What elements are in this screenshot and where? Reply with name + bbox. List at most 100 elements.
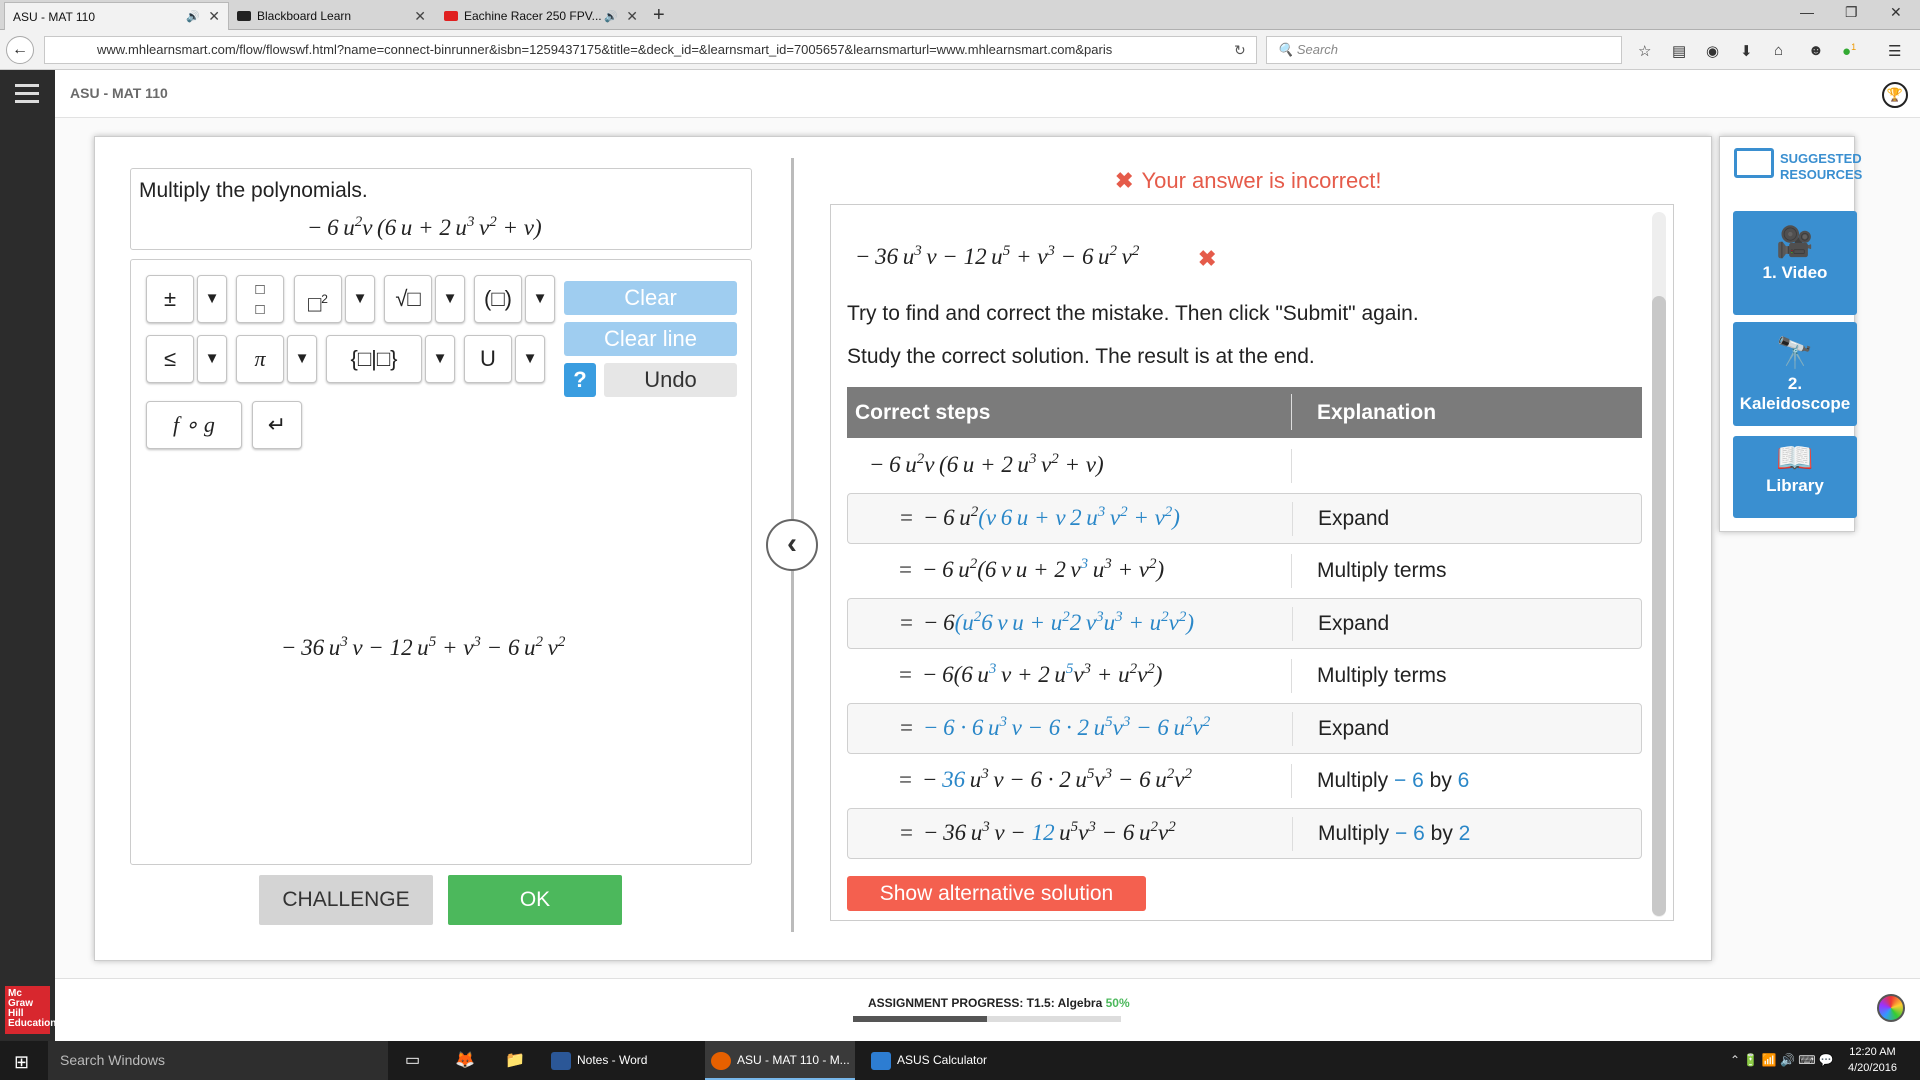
- pi-dropdown[interactable]: ▼: [287, 335, 317, 383]
- parentheses-button[interactable]: (□): [474, 275, 522, 323]
- speaker-icon[interactable]: 🔊: [604, 10, 618, 23]
- sqrt-button[interactable]: √□: [384, 275, 432, 323]
- close-window-icon[interactable]: ✕: [1890, 4, 1902, 21]
- leq-dropdown[interactable]: ▼: [197, 335, 227, 383]
- undo-button[interactable]: Undo: [604, 363, 737, 397]
- resource-library-tile[interactable]: 📖 Library: [1733, 436, 1857, 518]
- compose-button[interactable]: f ∘ g: [146, 401, 242, 449]
- windows-search-box[interactable]: Search Windows: [48, 1041, 388, 1080]
- word-icon: [551, 1051, 571, 1070]
- close-tab-icon[interactable]: ✕: [208, 8, 220, 25]
- challenge-button[interactable]: CHALLENGE: [259, 875, 433, 925]
- set-builder-dropdown[interactable]: ▼: [425, 335, 455, 383]
- answer-expression[interactable]: − 36 u3 v − 12 u5 + v3 − 6 u2 v2: [281, 635, 565, 661]
- step-expression: = − 36 u3 v − 12 u5v3 − 6 u2v2: [900, 819, 1176, 846]
- plus-minus-button[interactable]: ±: [146, 275, 194, 323]
- leq-button[interactable]: ≤: [146, 335, 194, 383]
- home-icon[interactable]: ⌂: [1774, 42, 1783, 59]
- step-row: = − 6 · 6 u3 v − 6 · 2 u5v3 − 6 u2v2 Expa…: [847, 703, 1642, 754]
- exponent-dropdown[interactable]: ▼: [345, 275, 375, 323]
- mcgraw-hill-logo: Mc Graw Hill Education: [5, 986, 56, 1034]
- menu-icon[interactable]: ☰: [1888, 42, 1901, 60]
- step-row: − 6 u2v (6 u + 2 u3 v2 + v): [847, 441, 1642, 492]
- taskbar-item-word[interactable]: Notes - Word: [545, 1041, 695, 1080]
- close-tab-icon[interactable]: ✕: [626, 8, 638, 25]
- browser-tab-youtube[interactable]: Eachine Racer 250 FPV... 🔊 ✕: [436, 2, 646, 30]
- union-button[interactable]: U: [464, 335, 512, 383]
- calculator-icon: [871, 1051, 891, 1070]
- step-expression: = − 36 u3 v − 6 · 2 u5v3 − 6 u2v2: [899, 766, 1192, 793]
- reading-list-icon[interactable]: ▤: [1672, 42, 1686, 60]
- clear-button[interactable]: Clear: [564, 281, 737, 315]
- address-bar[interactable]: www.mhlearnsmart.com/flow/flowswf.html?n…: [44, 36, 1257, 64]
- system-tray-icons[interactable]: ⌃ 🔋 📶 🔊 ⌨ 💬: [1730, 1053, 1834, 1067]
- collapse-chevron-icon[interactable]: ‹: [766, 519, 818, 571]
- clock-time: 12:20 AM: [1849, 1046, 1896, 1058]
- chat-icon[interactable]: ☻: [1808, 42, 1824, 59]
- set-builder-button[interactable]: {□|□}: [326, 335, 422, 383]
- browser-tab-strip: ASU - MAT 110 🔊 ✕ Blackboard Learn ✕ Eac…: [0, 0, 1920, 30]
- sqrt-dropdown[interactable]: ▼: [435, 275, 465, 323]
- resource-label: 1. Video: [1762, 263, 1828, 282]
- submitted-answer: − 36 u3 v − 12 u5 + v3 − 6 u2 v2: [855, 243, 1140, 270]
- enter-button[interactable]: ↵: [252, 401, 302, 449]
- pi-button[interactable]: π: [236, 335, 284, 383]
- resource-video-tile[interactable]: 🎥 1. Video: [1733, 211, 1857, 315]
- speaker-icon[interactable]: 🔊: [186, 10, 200, 23]
- step-row: = − 36 u3 v − 12 u5v3 − 6 u2v2 Multiply −…: [847, 808, 1642, 859]
- resources-title: SUGGESTED RESOURCES: [1780, 151, 1863, 182]
- browser-nav-bar: ← www.mhlearnsmart.com/flow/flowswf.html…: [0, 30, 1920, 70]
- assignment-progress-label: ASSIGNMENT PROGRESS: T1.5: Algebra 50%: [868, 996, 1130, 1010]
- error-x-icon: ✖: [1115, 168, 1134, 193]
- close-tab-icon[interactable]: ✕: [414, 8, 426, 25]
- ok-button[interactable]: OK: [448, 875, 622, 925]
- exponent-button[interactable]: □2: [294, 275, 342, 323]
- back-arrow-icon[interactable]: ←: [6, 36, 34, 64]
- reload-icon[interactable]: ↻: [1234, 42, 1246, 59]
- tab-label: Eachine Racer 250 FPV...: [464, 9, 602, 23]
- study-solution-text: Study the correct solution. The result i…: [847, 345, 1315, 368]
- hamburger-menu-icon[interactable]: [15, 84, 39, 108]
- task-view-icon[interactable]: ▭: [405, 1041, 420, 1080]
- trophy-icon[interactable]: 🏆: [1882, 82, 1908, 108]
- extension-badge-icon[interactable]: ●1: [1842, 42, 1856, 60]
- parentheses-dropdown[interactable]: ▼: [525, 275, 555, 323]
- color-wheel-icon[interactable]: [1877, 994, 1905, 1022]
- clock-date: 4/20/2016: [1848, 1062, 1897, 1074]
- step-expression: = − 6(6 u3 v + 2 u5v3 + u2v2): [899, 661, 1163, 688]
- maximize-icon[interactable]: ❐: [1845, 4, 1858, 21]
- step-expression: = − 6 · 6 u3 v − 6 · 2 u5v3 − 6 u2v2: [900, 714, 1211, 741]
- help-button[interactable]: ?: [564, 363, 596, 397]
- book-icon: 📖: [1776, 442, 1814, 475]
- video-camera-icon: 🎥: [1776, 226, 1814, 259]
- union-dropdown[interactable]: ▼: [515, 335, 545, 383]
- browser-tab-blackboard[interactable]: Blackboard Learn ✕: [229, 2, 434, 30]
- step-explanation: Multiply terms: [1317, 559, 1447, 582]
- firefox-taskbar-icon[interactable]: 🦊: [455, 1041, 475, 1080]
- app-header: ASU - MAT 110 🏆: [55, 70, 1920, 118]
- step-expression: = − 6(u26 v u + u22 v3u3 + u2v2): [900, 609, 1194, 636]
- show-alternative-solution-button[interactable]: Show alternative solution: [847, 876, 1146, 911]
- fraction-button[interactable]: □ □: [236, 275, 284, 323]
- bookmark-star-icon[interactable]: ☆: [1638, 42, 1651, 60]
- try-again-text: Try to find and correct the mistake. The…: [847, 302, 1419, 325]
- clear-line-button[interactable]: Clear line: [564, 322, 737, 356]
- resource-label: Library: [1766, 476, 1824, 495]
- step-expression: − 6 u2v (6 u + 2 u3 v2 + v): [869, 451, 1104, 478]
- browser-search-input[interactable]: 🔍 Search: [1266, 36, 1622, 64]
- new-tab-button[interactable]: +: [653, 4, 665, 27]
- solution-scrollbar-thumb[interactable]: [1652, 296, 1666, 916]
- resource-kaleidoscope-tile[interactable]: 🔭 2. Kaleidoscope: [1733, 322, 1857, 426]
- step-explanation: Expand: [1318, 717, 1390, 740]
- download-icon[interactable]: ⬇: [1740, 42, 1753, 60]
- pocket-icon[interactable]: ◉: [1706, 42, 1719, 60]
- minimize-icon[interactable]: —: [1800, 4, 1814, 20]
- youtube-icon: [444, 11, 458, 21]
- file-explorer-icon[interactable]: 📁: [505, 1041, 525, 1080]
- plus-minus-dropdown[interactable]: ▼: [197, 275, 227, 323]
- browser-tab-asu[interactable]: ASU - MAT 110 🔊 ✕: [4, 2, 229, 30]
- taskbar-clock[interactable]: 12:20 AM 4/20/2016: [1848, 1044, 1897, 1076]
- taskbar-item-firefox[interactable]: ASU - MAT 110 - M...: [705, 1041, 855, 1080]
- taskbar-item-calculator[interactable]: ASUS Calculator: [865, 1041, 1015, 1080]
- windows-start-icon[interactable]: ⊞: [14, 1052, 29, 1073]
